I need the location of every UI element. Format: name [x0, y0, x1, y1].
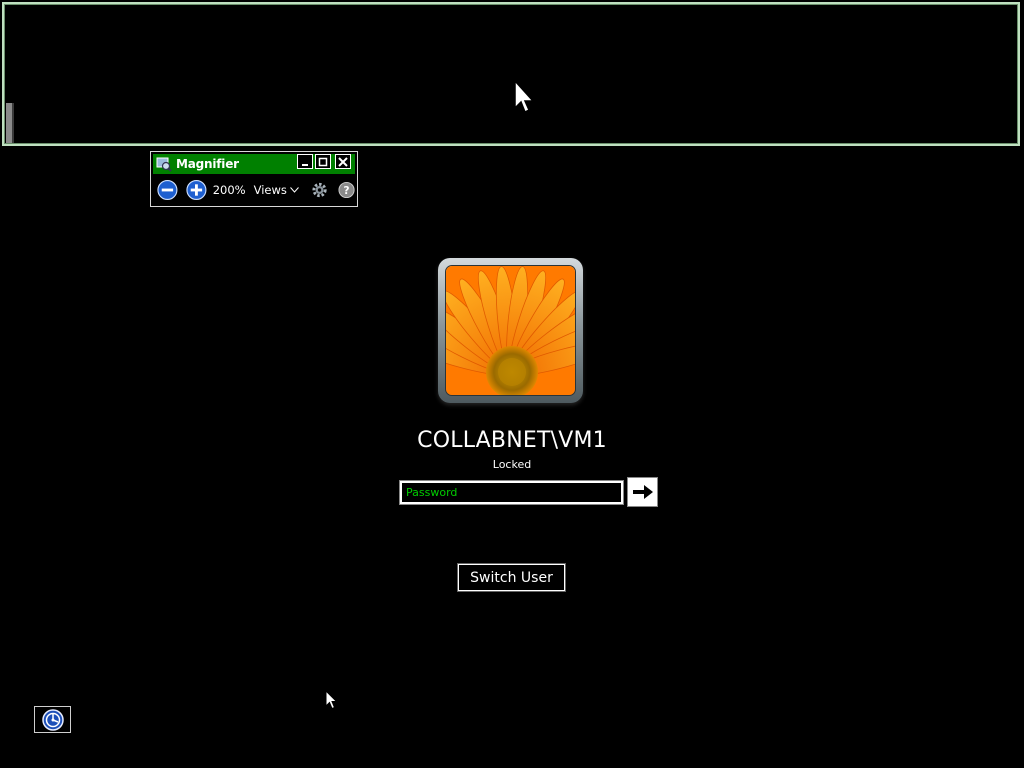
- avatar: [445, 265, 576, 396]
- lock-status: Locked: [492, 458, 532, 471]
- zoom-level: 200%: [212, 183, 246, 197]
- magnifier-lens-view: [2, 2, 1020, 146]
- username: COLLABNET\VM1: [417, 428, 607, 453]
- gear-icon: [312, 182, 327, 198]
- views-label: Views: [253, 183, 287, 197]
- maximize-button[interactable]: [315, 154, 331, 169]
- lens-edge-handle: [6, 103, 14, 143]
- magnifier-toolbar: 200% Views ?: [153, 177, 355, 203]
- minimize-button[interactable]: [297, 154, 313, 169]
- switch-user-button[interactable]: Switch User: [457, 563, 566, 592]
- chevron-down-icon: [290, 187, 299, 193]
- zoom-in-button[interactable]: [186, 179, 207, 201]
- views-dropdown[interactable]: Views: [254, 183, 299, 197]
- magnifier-app-icon: [156, 157, 172, 172]
- minimize-icon: [302, 163, 308, 166]
- ease-of-access-button[interactable]: [34, 706, 71, 733]
- close-icon: [338, 156, 348, 167]
- user-avatar-tile: [438, 258, 583, 403]
- orange-flower-avatar: [446, 266, 575, 395]
- mouse-cursor-icon: [514, 80, 535, 114]
- zoom-out-button[interactable]: [157, 179, 178, 201]
- arrow-right-icon: [632, 485, 653, 499]
- close-button[interactable]: [335, 154, 351, 169]
- help-button[interactable]: ?: [338, 181, 355, 199]
- submit-button[interactable]: [627, 477, 658, 507]
- magnifier-title: Magnifier: [176, 157, 239, 171]
- mouse-pointer-icon: [325, 690, 338, 710]
- ease-of-access-icon: [41, 708, 64, 731]
- question-icon: ?: [343, 185, 349, 197]
- maximize-icon: [318, 157, 328, 166]
- options-button[interactable]: [311, 181, 328, 199]
- password-field[interactable]: [399, 480, 624, 505]
- magnifier-window[interactable]: Magnifier 200% Views ?: [150, 151, 358, 207]
